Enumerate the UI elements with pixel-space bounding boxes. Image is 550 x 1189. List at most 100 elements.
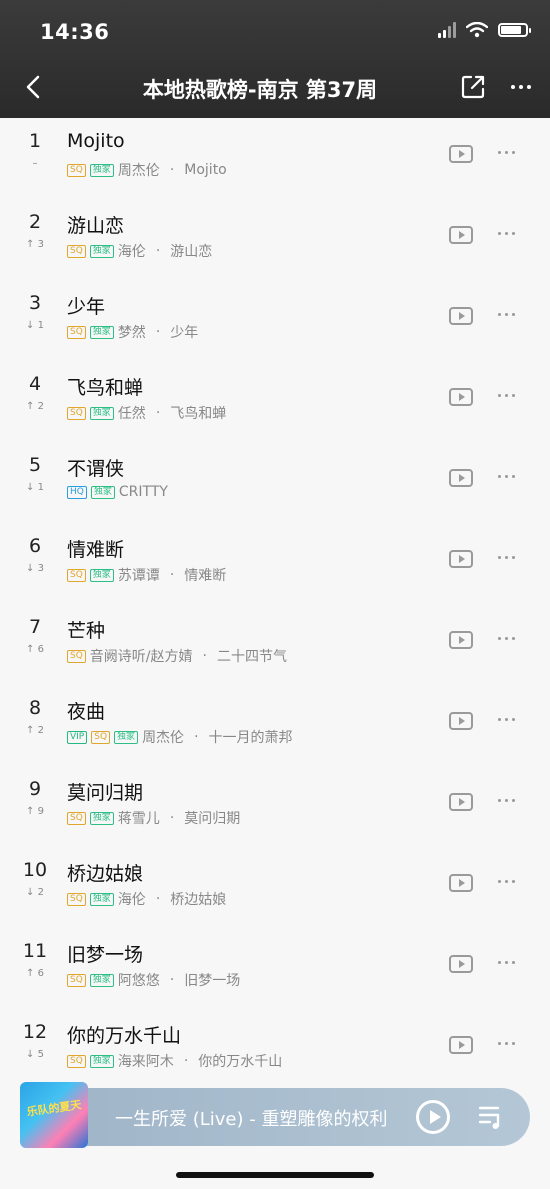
mv-play-icon[interactable] — [449, 874, 473, 892]
dot-icon — [505, 313, 508, 316]
song-row[interactable]: 10 ↓ 2 桥边姑娘 SQ 独家 海伦 · 桥边姑娘 — [0, 847, 550, 928]
dot-icon — [512, 232, 515, 235]
song-row[interactable]: 2 ↑ 3 游山恋 SQ 独家 海伦 · 游山恋 — [0, 199, 550, 280]
song-album[interactable]: 二十四节气 — [217, 646, 287, 666]
rank-number: 4 — [28, 373, 42, 395]
song-title[interactable]: 少年 — [67, 292, 105, 319]
song-title[interactable]: Mojito — [67, 130, 125, 152]
quality-badge: 独家 — [89, 244, 114, 258]
quality-badge: SQ — [91, 730, 111, 744]
more-options-button[interactable] — [506, 74, 536, 100]
song-artist[interactable]: 蒋雪儿 — [118, 808, 160, 828]
song-title[interactable]: 你的万水千山 — [67, 1021, 181, 1048]
now-playing-title[interactable]: 一生所爱 (Live) - 重塑雕像的权利 — [115, 1105, 387, 1131]
song-album[interactable]: 旧梦一场 — [184, 970, 240, 990]
dot-icon — [512, 1042, 515, 1045]
song-artist[interactable]: 音阙诗听/赵方婧 — [90, 646, 193, 666]
rank-change: ↓ 2 — [26, 887, 44, 898]
song-title[interactable]: 芒种 — [67, 616, 105, 643]
mv-play-icon[interactable] — [449, 793, 473, 811]
song-artist[interactable]: CRITTY — [119, 484, 168, 500]
dot-icon — [498, 718, 501, 721]
song-row[interactable]: 7 ↑ 6 芒种 SQ 音阙诗听/赵方婧 · 二十四节气 — [0, 604, 550, 685]
song-title[interactable]: 夜曲 — [67, 697, 105, 724]
album-art[interactable]: 乐队的夏天 — [20, 1082, 88, 1148]
player-play-button[interactable] — [416, 1100, 450, 1134]
song-album[interactable]: 少年 — [170, 322, 198, 342]
song-title[interactable]: 情难断 — [67, 535, 124, 562]
song-artist[interactable]: 梦然 — [118, 322, 146, 342]
song-title[interactable]: 莫问归期 — [67, 778, 143, 805]
dot-icon — [505, 394, 508, 397]
song-title[interactable]: 旧梦一场 — [67, 940, 143, 967]
song-title[interactable]: 不谓侠 — [67, 454, 124, 481]
song-row[interactable]: 6 ↓ 3 情难断 SQ 独家 苏谭谭 · 情难断 — [0, 523, 550, 604]
mv-play-icon[interactable] — [449, 712, 473, 730]
share-button[interactable] — [460, 74, 486, 100]
separator-dot: · — [194, 729, 199, 745]
song-artist[interactable]: 苏谭谭 — [118, 565, 160, 585]
song-title[interactable]: 游山恋 — [67, 211, 124, 238]
song-more-button[interactable] — [498, 556, 515, 559]
playlist-button[interactable] — [478, 1105, 506, 1129]
song-more-button[interactable] — [498, 799, 515, 802]
mv-play-icon[interactable] — [449, 226, 473, 244]
mv-play-icon[interactable] — [449, 1036, 473, 1054]
back-button[interactable] — [18, 72, 48, 102]
song-artist[interactable]: 海伦 — [118, 889, 146, 909]
song-more-button[interactable] — [498, 637, 515, 640]
song-row[interactable]: 8 ↑ 2 夜曲 VIP SQ 独家 周杰伦 · 十一月的萧邦 — [0, 685, 550, 766]
song-album[interactable]: 桥边姑娘 — [170, 889, 226, 909]
song-more-button[interactable] — [498, 961, 515, 964]
song-more-button[interactable] — [498, 718, 515, 721]
mv-play-icon[interactable] — [449, 388, 473, 406]
song-more-button[interactable] — [498, 313, 515, 316]
mv-play-icon[interactable] — [449, 145, 473, 163]
song-artist[interactable]: 阿悠悠 — [118, 970, 160, 990]
rank-number: 12 — [22, 1021, 48, 1043]
rank-number: 6 — [28, 535, 42, 557]
song-more-button[interactable] — [498, 394, 515, 397]
song-album[interactable]: 你的万水千山 — [198, 1051, 282, 1071]
song-artist[interactable]: 海来阿木 — [118, 1051, 174, 1071]
song-more-button[interactable] — [498, 151, 515, 154]
dot-icon — [505, 232, 508, 235]
song-more-button[interactable] — [498, 1042, 515, 1045]
mv-play-icon[interactable] — [449, 469, 473, 487]
mv-play-icon[interactable] — [449, 631, 473, 649]
mv-play-icon[interactable] — [449, 955, 473, 973]
battery-icon — [498, 23, 531, 37]
dot-icon — [498, 556, 501, 559]
dot-icon — [505, 151, 508, 154]
song-album[interactable]: 游山恋 — [170, 241, 212, 261]
quality-badge: 独家 — [89, 406, 114, 420]
song-row[interactable]: 5 ↓ 1 不谓侠 HQ 独家 CRITTY — [0, 442, 550, 523]
song-row[interactable]: 4 ↑ 2 飞鸟和蝉 SQ 独家 任然 · 飞鸟和蝉 — [0, 361, 550, 442]
song-title[interactable]: 飞鸟和蝉 — [67, 373, 143, 400]
song-artist[interactable]: 周杰伦 — [118, 160, 160, 180]
song-artist[interactable]: 周杰伦 — [142, 727, 184, 747]
song-title[interactable]: 桥边姑娘 — [67, 859, 143, 886]
song-row[interactable]: 1 – Mojito SQ 独家 周杰伦 · Mojito — [0, 118, 550, 199]
rank-number: 11 — [22, 940, 48, 962]
song-row[interactable]: 11 ↑ 6 旧梦一场 SQ 独家 阿悠悠 · 旧梦一场 — [0, 928, 550, 1009]
song-album[interactable]: 莫问归期 — [184, 808, 240, 828]
rank-change: ↓ 3 — [26, 563, 44, 574]
song-row[interactable]: 9 ↑ 9 莫问归期 SQ 独家 蒋雪儿 · 莫问归期 — [0, 766, 550, 847]
song-album[interactable]: 情难断 — [184, 565, 226, 585]
song-more-button[interactable] — [498, 880, 515, 883]
mv-play-icon[interactable] — [449, 550, 473, 568]
separator-dot: · — [155, 405, 161, 421]
song-artist[interactable]: 任然 — [118, 403, 146, 423]
song-album[interactable]: Mojito — [184, 162, 226, 178]
song-album[interactable]: 十一月的萧邦 — [209, 727, 293, 747]
song-row[interactable]: 3 ↓ 1 少年 SQ 独家 梦然 · 少年 — [0, 280, 550, 361]
quality-badge: 独家 — [89, 811, 114, 825]
song-album[interactable]: 飞鸟和蝉 — [170, 403, 226, 423]
song-artist[interactable]: 海伦 — [118, 241, 146, 261]
song-more-button[interactable] — [498, 232, 515, 235]
mv-play-icon[interactable] — [449, 307, 473, 325]
song-row[interactable]: 12 ↓ 5 你的万水千山 SQ 独家 海来阿木 · 你的万水千山 — [0, 1009, 550, 1090]
separator-dot: · — [155, 324, 161, 340]
song-more-button[interactable] — [498, 475, 515, 478]
